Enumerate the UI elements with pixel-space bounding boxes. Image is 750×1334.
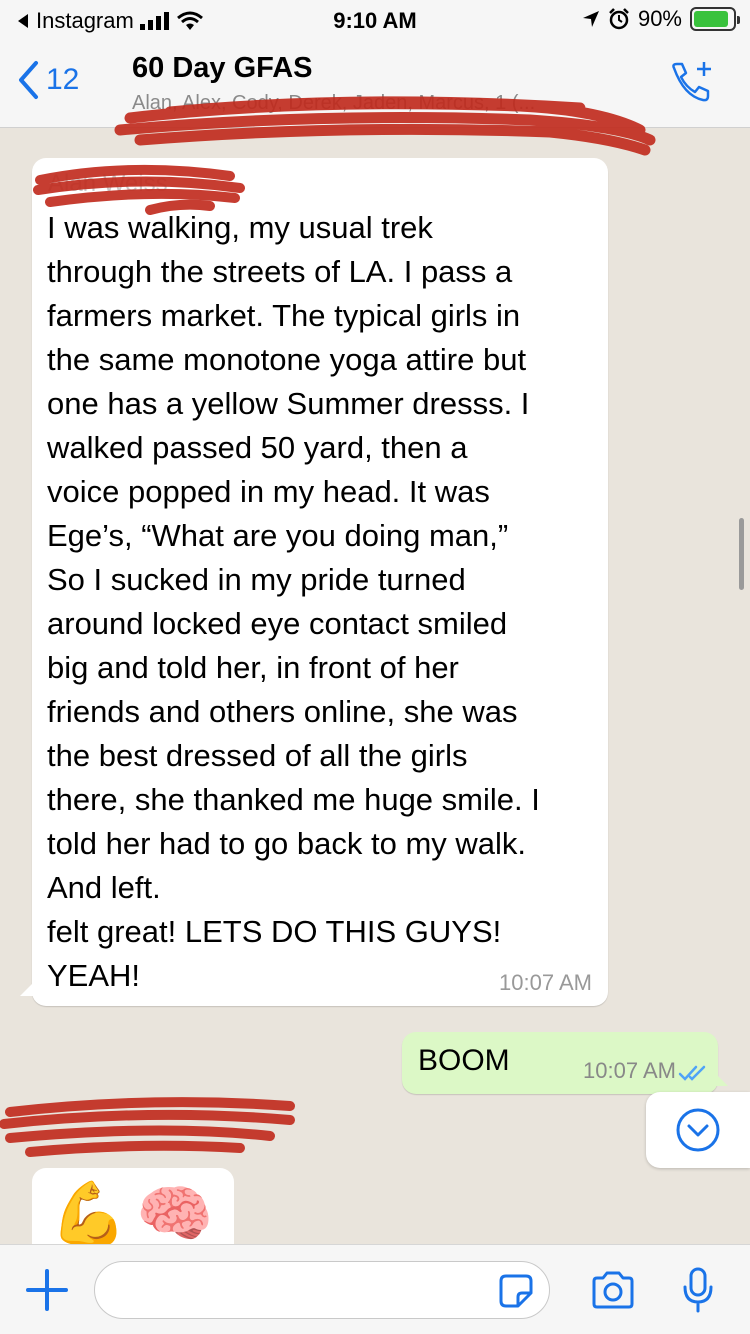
sticker-button[interactable]	[498, 1273, 534, 1314]
attach-button[interactable]	[26, 1269, 68, 1316]
mic-icon	[683, 1267, 713, 1313]
camera-button[interactable]	[590, 1271, 636, 1314]
back-chevron-icon	[19, 61, 38, 99]
status-bar: Instagram 9:10 AM 90%	[0, 0, 750, 40]
brain-emoji: 🧠	[136, 1180, 214, 1244]
sender-name[interactable]: Alan Weiss	[48, 170, 168, 198]
flexed-biceps-emoji: 💪	[50, 1180, 128, 1244]
chat-area[interactable]: Alan Weiss I was walking, my usual trek …	[0, 128, 750, 1244]
double-check-icon	[678, 1065, 706, 1081]
scrollbar[interactable]	[739, 518, 744, 590]
sticker-icon	[499, 1274, 533, 1308]
alarm-icon	[609, 8, 629, 30]
sender-redaction-scribble	[0, 1097, 295, 1157]
composer	[0, 1244, 750, 1334]
bubble-tail	[20, 982, 34, 996]
camera-icon	[592, 1271, 634, 1309]
message-input[interactable]	[94, 1261, 550, 1319]
group-members[interactable]: Alan, Alex, Cody, Derek, Jaden, Marcus, …	[132, 92, 652, 115]
add-call-icon	[672, 62, 711, 102]
scroll-down-button[interactable]	[646, 1092, 750, 1168]
bubble-tail	[716, 1074, 728, 1086]
battery-icon	[690, 7, 740, 31]
chevron-down-icon	[676, 1108, 720, 1152]
back-to-app[interactable]: Instagram	[16, 8, 204, 34]
signal-icon	[139, 12, 169, 30]
incoming-message[interactable]: Alan Weiss I was walking, my usual trek …	[20, 158, 608, 1006]
mic-button[interactable]	[682, 1267, 714, 1318]
back-count: 12	[46, 63, 80, 96]
message-text: I was walking, my usual trek through the…	[47, 210, 540, 993]
emoji-message[interactable]: 💪 🧠	[32, 1168, 234, 1244]
status-right: 90%	[582, 6, 740, 32]
outgoing-message[interactable]: BOOM 10:07 AM	[402, 1032, 728, 1094]
group-title[interactable]: 60 Day GFAS	[132, 52, 313, 85]
plus-icon	[26, 1269, 68, 1311]
chat-header: 12 60 Day GFAS Alan, Alex, Cody, Derek, …	[0, 40, 750, 156]
wifi-icon	[176, 11, 203, 30]
message-text: BOOM	[418, 1044, 510, 1077]
add-call-button[interactable]	[668, 60, 714, 111]
back-triangle-icon	[18, 14, 28, 28]
back-button[interactable]: 12	[16, 60, 79, 100]
battery-percent: 90%	[637, 6, 682, 31]
location-icon	[582, 11, 599, 27]
back-app-label: Instagram	[36, 8, 134, 33]
message-time: 10:07 AM	[583, 1058, 676, 1083]
message-time: 10:07 AM	[499, 970, 592, 995]
battery-fill	[694, 11, 728, 27]
